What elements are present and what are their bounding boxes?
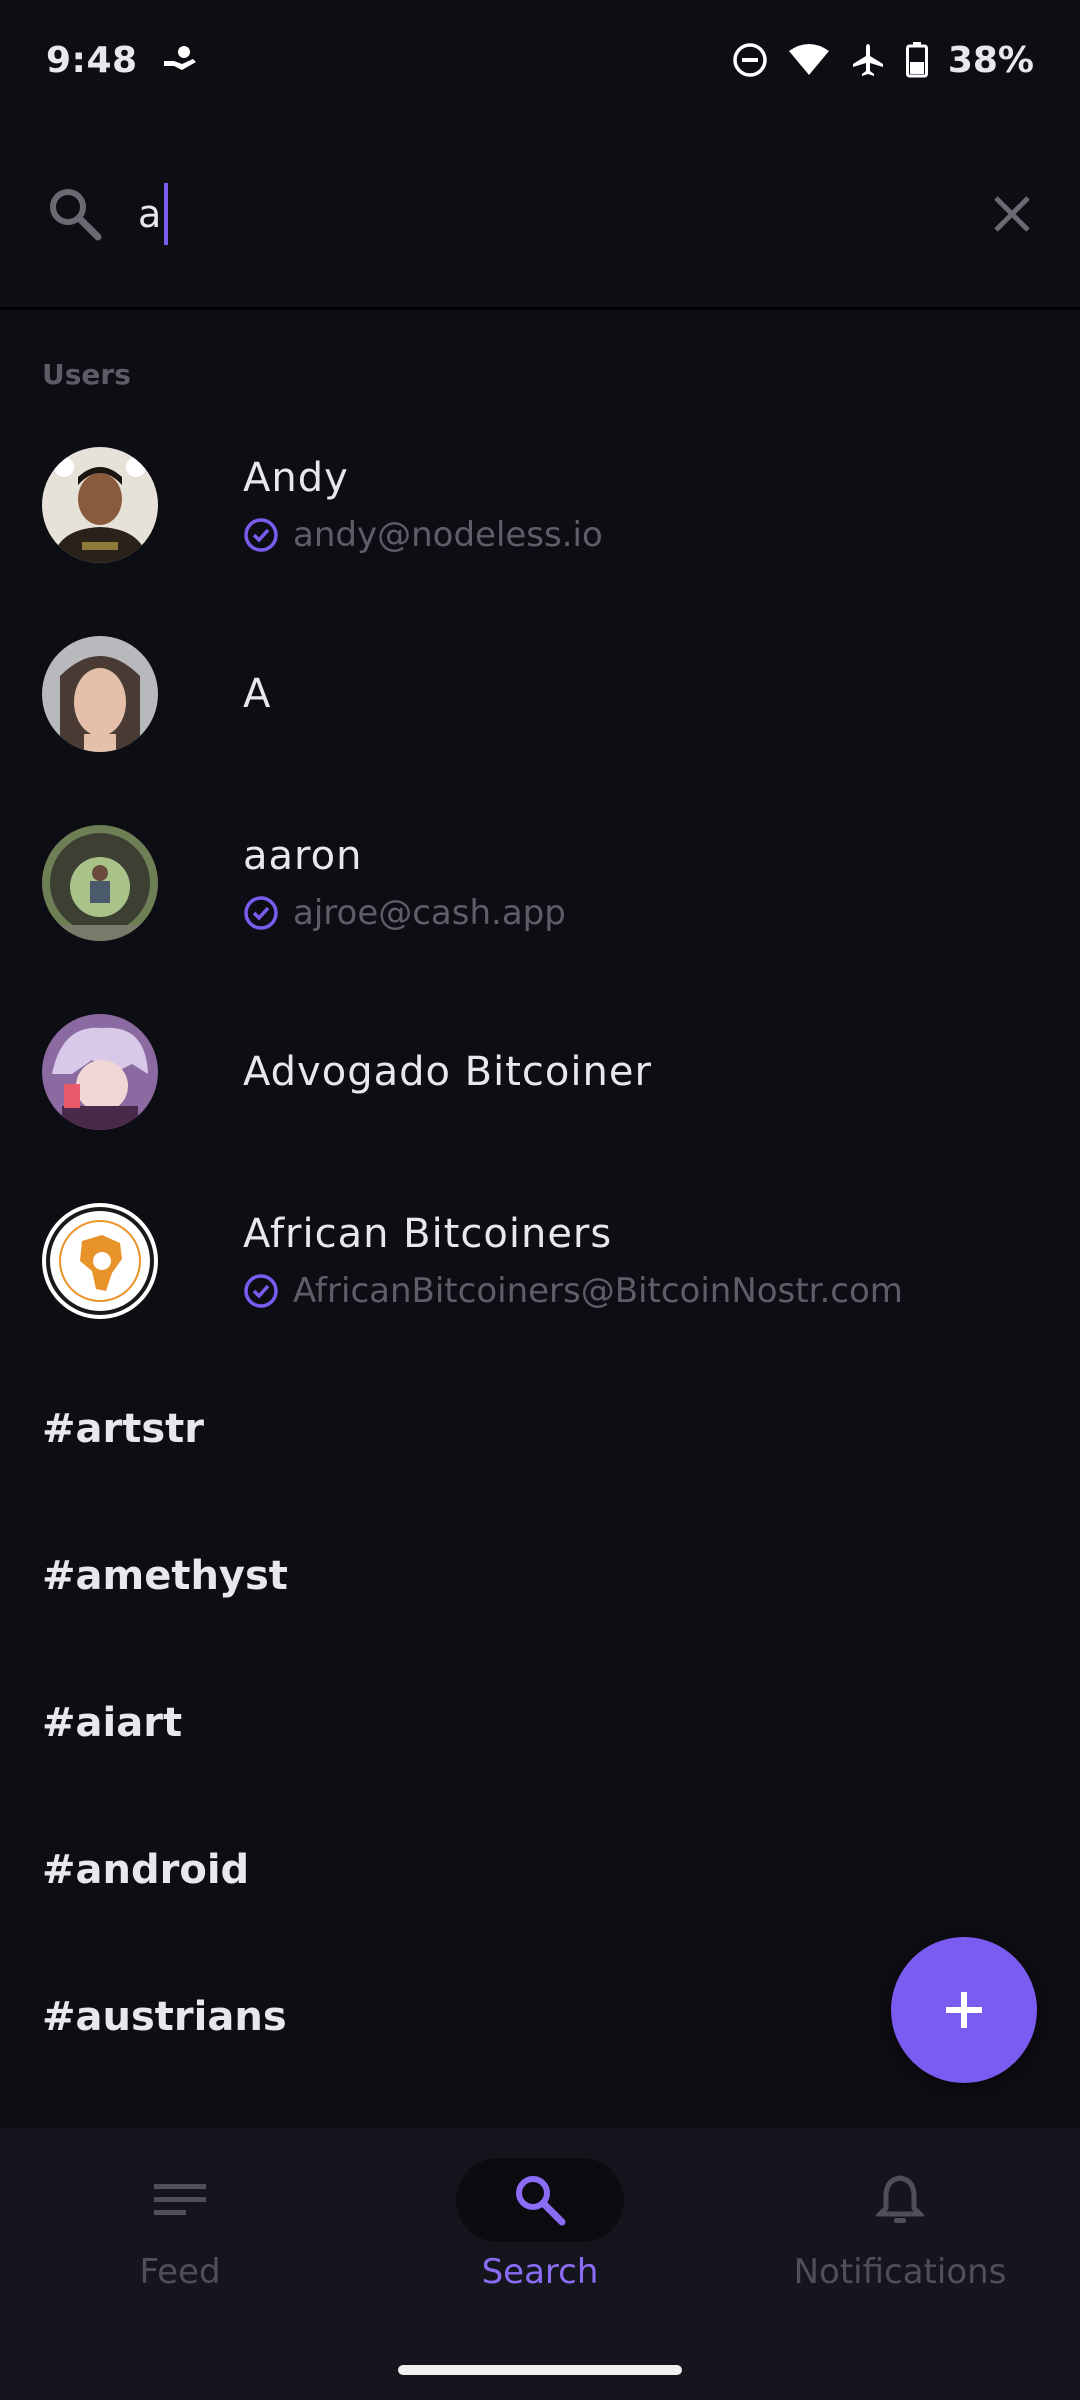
- user-row[interactable]: African Bitcoiners AfricanBitcoiners@Bit…: [0, 1166, 1080, 1355]
- battery-icon: [905, 42, 928, 78]
- close-icon[interactable]: [990, 192, 1034, 236]
- user-name: aaron: [243, 832, 363, 879]
- plus-icon: [942, 1988, 986, 2032]
- hashtag-row[interactable]: #amethyst: [0, 1502, 1080, 1649]
- avatar: [42, 446, 158, 563]
- avatar: [42, 1013, 158, 1130]
- nav-search[interactable]: Search: [360, 2128, 720, 2400]
- user-row[interactable]: Advogado Bitcoiner: [0, 977, 1080, 1166]
- search-icon: [46, 185, 104, 243]
- user-row[interactable]: aaron ajroe@cash.app: [0, 788, 1080, 977]
- search-results: Users Andy andy@nodeless.io A aaron ajro…: [0, 310, 1080, 2090]
- verified-icon: [243, 1273, 279, 1309]
- status-bar: 9:48 38%: [0, 0, 1080, 120]
- airplane-icon: [850, 42, 886, 78]
- user-name: Andy: [243, 454, 349, 501]
- verified-icon: [243, 517, 279, 553]
- do-not-disturb-icon: [732, 42, 768, 78]
- user-name: Advogado Bitcoiner: [243, 1048, 652, 1095]
- users-section-label: Users: [42, 358, 131, 391]
- hashtag-row[interactable]: #aiart: [0, 1649, 1080, 1796]
- bottom-nav: Feed Search Notifications: [0, 2128, 1080, 2400]
- user-nip05: ajroe@cash.app: [293, 892, 566, 933]
- avatar: [42, 1202, 158, 1319]
- verified-icon: [243, 895, 279, 931]
- bell-icon: [876, 2174, 924, 2226]
- hashtag-row[interactable]: #android: [0, 1796, 1080, 1943]
- nav-label: Feed: [139, 2252, 221, 2292]
- user-nip05: andy@nodeless.io: [293, 514, 603, 555]
- status-time: 9:48: [46, 39, 138, 81]
- wifi-icon: [788, 43, 830, 77]
- search-input[interactable]: [138, 191, 198, 236]
- user-nip05: AfricanBitcoiners@BitcoinNostr.com: [293, 1270, 903, 1311]
- battery-percent: 38%: [947, 39, 1034, 81]
- hand-coin-icon: [160, 44, 200, 76]
- avatar: [42, 824, 158, 941]
- search-icon: [512, 2172, 568, 2228]
- hashtag-row[interactable]: #artstr: [0, 1355, 1080, 1502]
- user-row[interactable]: Andy andy@nodeless.io: [0, 410, 1080, 599]
- nav-notifications[interactable]: Notifications: [720, 2128, 1080, 2400]
- new-post-button[interactable]: [891, 1937, 1037, 2083]
- user-name: A: [243, 670, 272, 717]
- feed-icon: [152, 2180, 208, 2220]
- user-row[interactable]: A: [0, 599, 1080, 788]
- search-input-wrap[interactable]: [138, 182, 990, 245]
- home-indicator[interactable]: [398, 2365, 682, 2375]
- nav-label: Search: [481, 2252, 599, 2292]
- user-name: African Bitcoiners: [243, 1210, 613, 1257]
- nav-feed[interactable]: Feed: [0, 2128, 360, 2400]
- nav-label: Notifications: [793, 2252, 1007, 2292]
- search-header: [0, 120, 1080, 310]
- avatar: [42, 635, 158, 752]
- text-caret: [164, 182, 168, 245]
